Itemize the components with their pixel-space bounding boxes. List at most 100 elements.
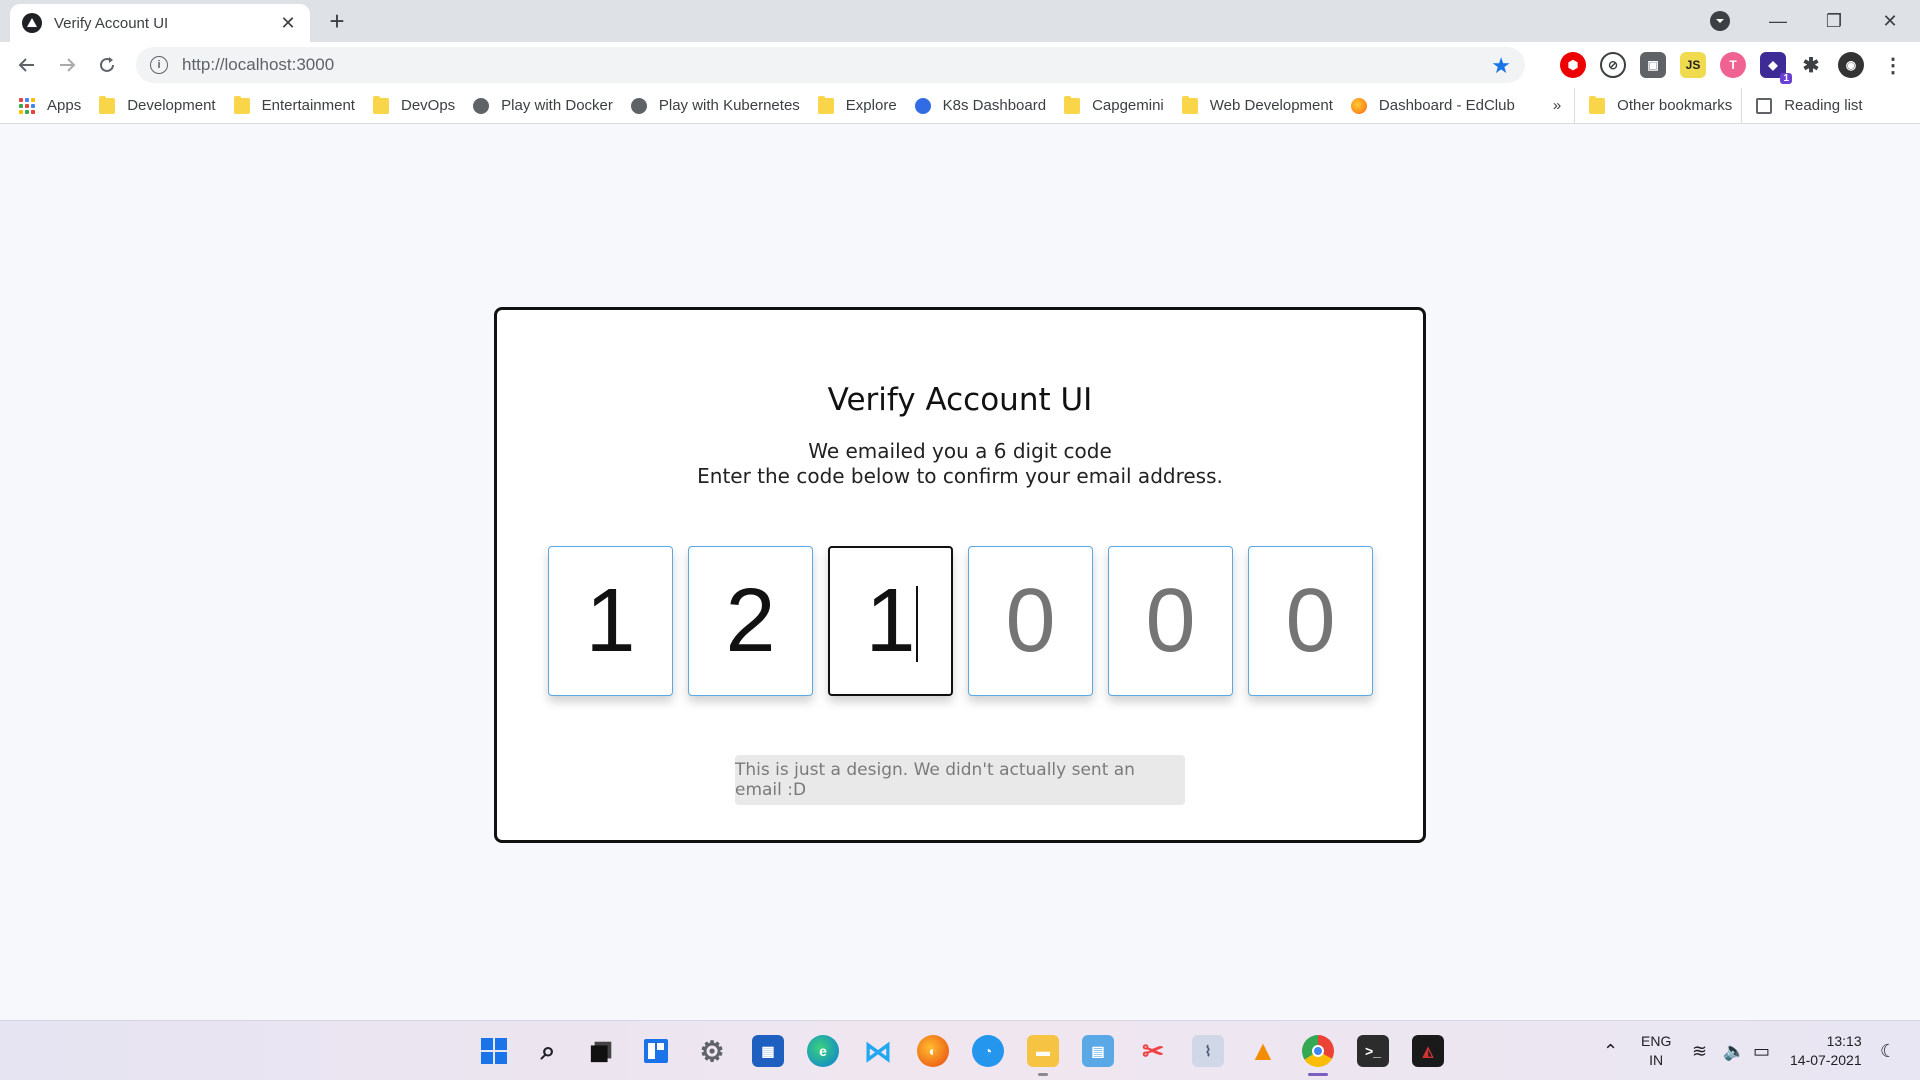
vscode-icon[interactable]: ⋈ [862, 1035, 894, 1067]
clock-date: 14-07-2021 [1790, 1052, 1862, 1068]
instructions-line-2: Enter the code below to confirm your ema… [697, 464, 1223, 488]
edclub-icon [1350, 97, 1367, 114]
code-digit-5[interactable]: 0 [1108, 546, 1233, 696]
firefox-icon[interactable]: ◐ [917, 1035, 949, 1067]
control-panel-icon[interactable]: ▤ [1082, 1035, 1114, 1067]
reading-list-button[interactable]: Reading list [1741, 87, 1871, 124]
close-icon[interactable]: ✕ [278, 13, 298, 34]
forward-button[interactable] [52, 50, 82, 80]
file-explorer-icon[interactable]: ▬ [1027, 1035, 1059, 1067]
bookmark-devops[interactable]: DevOps [364, 88, 464, 124]
disclaimer-note: This is just a design. We didn't actuall… [735, 755, 1185, 805]
bookmark-entertainment[interactable]: Entertainment [225, 88, 364, 124]
clock-time: 13:13 [1826, 1033, 1862, 1049]
code-digit-3[interactable]: 1 [828, 546, 953, 696]
chevron-up-icon[interactable]: ⌃ [1603, 1021, 1618, 1080]
triangle-logo-icon [22, 13, 42, 33]
bookmark-capgemini[interactable]: Capgemini [1055, 88, 1173, 124]
code-digit-4[interactable]: 0 [968, 546, 1093, 696]
globe-icon [630, 97, 647, 114]
browser-toolbar: i http://localhost:3000 ★ ⬢ ⊘ ▣ JS T ◆ 1… [0, 42, 1920, 88]
minimize-button[interactable]: — [1750, 0, 1806, 42]
bookmark-play-with-kubernetes[interactable]: Play with Kubernetes [622, 88, 809, 124]
back-button[interactable] [12, 50, 42, 80]
edge-icon[interactable]: e [807, 1035, 839, 1067]
menu-kebab-icon[interactable]: ⋮ [1880, 52, 1906, 78]
extension-badge: 1 [1780, 73, 1792, 84]
wifi-icon[interactable]: ≋ [1692, 1021, 1707, 1080]
folder-icon [817, 95, 834, 114]
instructions-line-1: We emailed you a 6 digit code [808, 439, 1112, 463]
clock[interactable]: 13:13 14-07-2021 [1790, 1021, 1862, 1080]
new-tab-button[interactable]: + [322, 6, 352, 36]
apps-grid-icon [19, 97, 35, 114]
url-text: http://localhost:3000 [182, 55, 335, 74]
language-code: ENG [1641, 1033, 1672, 1049]
verify-card: Verify Account UI We emailed you a 6 dig… [494, 307, 1426, 843]
kubernetes-icon [914, 97, 931, 114]
vlc-icon[interactable]: ▲ [1247, 1035, 1279, 1067]
bookmark-development[interactable]: Development [90, 88, 224, 124]
active-app-indicator [1308, 1073, 1328, 1076]
resource-monitor-icon[interactable]: ⌇ [1192, 1035, 1224, 1067]
running-indicator [1038, 1073, 1048, 1076]
language-indicator[interactable]: ENG IN [1641, 1021, 1671, 1080]
battery-icon[interactable]: ▭ [1753, 1021, 1770, 1080]
star-icon[interactable]: ★ [1491, 53, 1511, 79]
bookmark-other-bookmarks[interactable]: Other bookmarks [1574, 87, 1741, 124]
tab-title: Verify Account UI [54, 14, 169, 32]
folder-icon [1181, 95, 1198, 114]
reload-button[interactable] [92, 50, 122, 80]
code-digit-2[interactable]: 2 [688, 546, 813, 696]
bookmarks-overflow-button[interactable]: » [1544, 88, 1570, 124]
terminal-icon[interactable]: >_ [1357, 1035, 1389, 1067]
folder-icon [1064, 95, 1081, 114]
store-icon[interactable]: ▦ [752, 1035, 784, 1067]
search-icon[interactable]: ⌕ [532, 1035, 564, 1067]
bookmark-web-development[interactable]: Web Development [1173, 88, 1342, 124]
bookmark-k8s-dashboard[interactable]: K8s Dashboard [906, 88, 1055, 124]
bookmark-play-with-docker[interactable]: Play with Docker [464, 88, 622, 124]
text-caret [916, 586, 918, 662]
folder-icon [1589, 95, 1606, 114]
code-digit-6[interactable]: 0 [1248, 546, 1373, 696]
task-view-icon[interactable] [586, 1035, 618, 1067]
bookmark-dashboard-edclub[interactable]: Dashboard - EdClub [1342, 88, 1524, 124]
instructions: We emailed you a 6 digit code Enter the … [497, 439, 1423, 489]
arrow-right-icon [60, 58, 76, 72]
adblock-extension-icon[interactable]: ⬢ [1560, 52, 1586, 78]
predator-sense-icon[interactable]: ◭ [1412, 1035, 1444, 1067]
t-extension-icon[interactable]: T [1720, 52, 1746, 78]
restore-button[interactable]: ❐ [1806, 0, 1862, 42]
page-viewport: Verify Account UI We emailed you a 6 dig… [0, 125, 1920, 1020]
chrome-icon[interactable] [1302, 1035, 1334, 1067]
tab-search-icon[interactable] [1710, 11, 1730, 31]
block-extension-icon[interactable]: ⊘ [1600, 52, 1626, 78]
screenshot-extension-icon[interactable]: ▣ [1640, 52, 1666, 78]
code-digit-1[interactable]: 1 [548, 546, 673, 696]
windows-start-icon[interactable] [478, 1035, 510, 1067]
volume-icon[interactable]: 🔈 [1723, 1021, 1745, 1080]
info-icon[interactable]: i [150, 56, 168, 74]
region-code: IN [1649, 1052, 1664, 1068]
windows-taskbar: ⌕ ⚙ ▦ e ⋈ ◐ ◔ ▬ ▤ ✂ ⌇ ▲ >_ ◭ ⌃ ENG IN ≋ … [0, 1020, 1920, 1080]
reading-list-icon [1756, 97, 1773, 114]
browser-tab[interactable]: Verify Account UI ✕ [10, 4, 310, 42]
folder-icon [233, 95, 250, 114]
snipping-tool-icon[interactable]: ✂ [1137, 1035, 1169, 1067]
reload-icon [100, 57, 114, 72]
widgets-icon[interactable] [640, 1035, 672, 1067]
settings-gear-icon[interactable]: ⚙ [696, 1035, 728, 1067]
browser-titlebar: Verify Account UI ✕ + — ❐ ✕ [0, 0, 1920, 42]
puzzle-extensions-icon[interactable]: ✱ [1798, 52, 1824, 78]
avatar[interactable]: ◉ [1838, 52, 1864, 78]
js-extension-icon[interactable]: JS [1680, 52, 1706, 78]
address-bar[interactable]: i http://localhost:3000 ★ [136, 47, 1525, 83]
close-window-button[interactable]: ✕ [1862, 0, 1918, 42]
graduation-extension-icon[interactable]: ◆ 1 [1760, 52, 1792, 84]
bookmark-explore[interactable]: Explore [809, 88, 906, 124]
moon-focus-icon[interactable]: ☾ [1880, 1021, 1896, 1080]
code-inputs: 1 2 1 0 0 0 [548, 546, 1374, 696]
bookmark-apps[interactable]: Apps [10, 88, 90, 124]
docker-icon[interactable]: ◔ [972, 1035, 1004, 1067]
